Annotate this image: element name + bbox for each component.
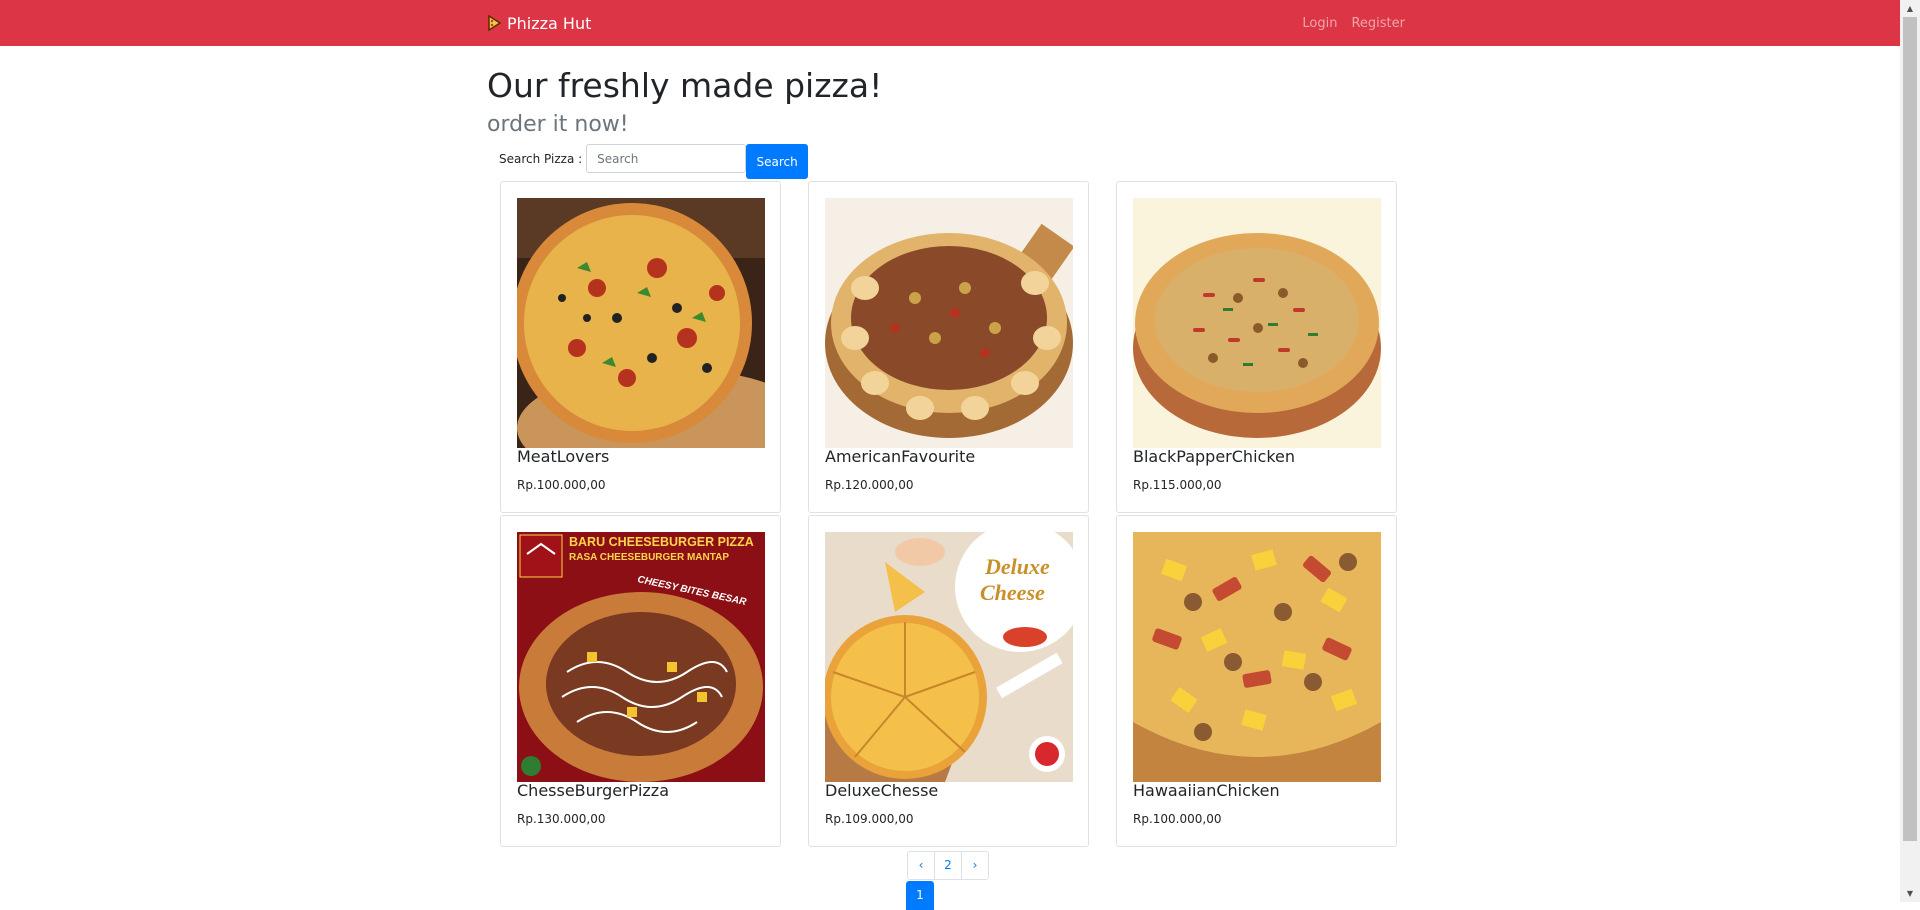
brand-name: Phizza Hut (507, 13, 592, 33)
product-card[interactable]: HawaaiianChicken Rp.100.000,00 (1116, 515, 1397, 847)
product-price: Rp.109.000,00 (825, 812, 914, 826)
product-image-americanfavourite[interactable] (825, 198, 1073, 448)
pagination-page-active[interactable]: 1 (906, 881, 934, 910)
scrollbar-thumb[interactable] (1903, 17, 1917, 841)
product-card[interactable]: BARU CHEESEBURGER PIZZA RASA CHEESEBURGE… (500, 515, 781, 847)
product-price: Rp.100.000,00 (517, 478, 606, 492)
navbar: Phizza Hut Login Register (0, 0, 1900, 46)
product-card[interactable]: AmericanFavourite Rp.120.000,00 (808, 181, 1089, 513)
promo-line-2: RASA CHEESEBURGER MANTAP (569, 552, 729, 563)
scroll-down-arrow-icon[interactable]: ▼ (1900, 885, 1920, 902)
product-price: Rp.100.000,00 (1133, 812, 1222, 826)
product-name: BlackPapperChicken (1133, 447, 1295, 466)
login-link[interactable]: Login (1302, 16, 1337, 31)
product-image-meatlovers[interactable] (517, 198, 765, 448)
page-title: Our freshly made pizza! (487, 66, 883, 105)
search-label: Search Pizza : (499, 152, 583, 166)
product-price: Rp.120.000,00 (825, 478, 914, 492)
page-subtitle: order it now! (487, 112, 629, 137)
vertical-scrollbar[interactable]: ▲ ▼ (1900, 0, 1920, 902)
search-input[interactable] (586, 144, 747, 173)
register-link[interactable]: Register (1351, 16, 1405, 31)
pagination: ‹ 2 › 1 (906, 851, 989, 910)
product-image-deluxechesse[interactable]: Deluxe Cheese (825, 532, 1073, 782)
nav-links: Login Register (1288, 0, 1405, 46)
pagination-prev[interactable]: ‹ (907, 851, 935, 880)
product-name: AmericanFavourite (825, 447, 976, 466)
product-name: DeluxeChesse (825, 781, 939, 800)
scroll-up-arrow-icon[interactable]: ▲ (1900, 0, 1920, 17)
product-image-chesseburgerpizza[interactable]: BARU CHEESEBURGER PIZZA RASA CHEESEBURGE… (517, 532, 765, 782)
deluxe-label-2: Cheese (980, 580, 1045, 605)
product-image-blackpapperchicken[interactable] (1133, 198, 1381, 448)
product-name: ChesseBurgerPizza (517, 781, 670, 800)
pizza-logo-icon (488, 15, 501, 31)
product-price: Rp.130.000,00 (517, 812, 606, 826)
product-name: HawaaiianChicken (1133, 781, 1280, 800)
product-card[interactable]: Deluxe Cheese DeluxeChesse Rp.109.000,00 (808, 515, 1089, 847)
brand-link[interactable]: Phizza Hut (487, 0, 591, 46)
pagination-next[interactable]: › (961, 851, 989, 880)
deluxe-label-1: Deluxe (984, 554, 1050, 579)
product-price: Rp.115.000,00 (1133, 478, 1222, 492)
pagination-page-2[interactable]: 2 (934, 851, 962, 880)
product-card[interactable]: BlackPapperChicken Rp.115.000,00 (1116, 181, 1397, 513)
product-card[interactable]: MeatLovers Rp.100.000,00 (500, 181, 781, 513)
product-name: MeatLovers (517, 447, 610, 466)
product-image-hawaaiianchicken[interactable] (1133, 532, 1381, 782)
search-form: Search Pizza : Search (499, 144, 809, 179)
search-button[interactable]: Search (746, 144, 809, 179)
promo-line-1: BARU CHEESEBURGER PIZZA (569, 535, 754, 549)
